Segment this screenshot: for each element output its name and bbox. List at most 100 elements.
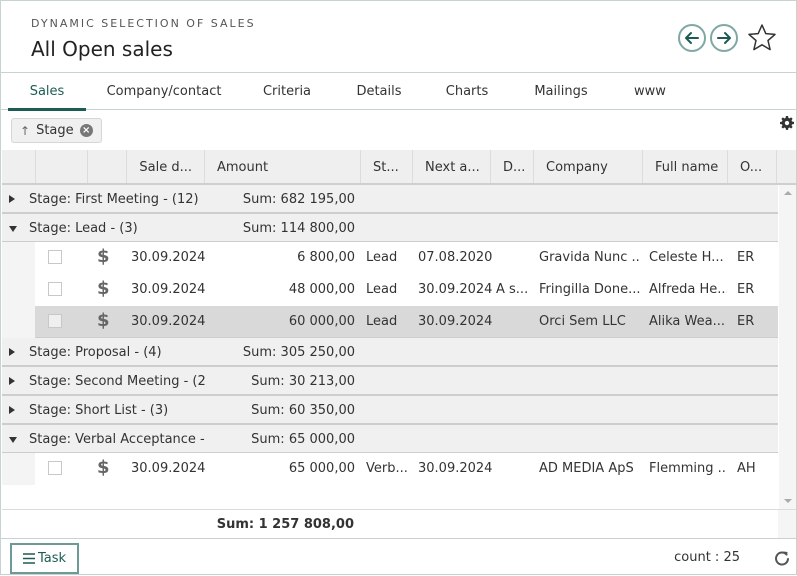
expand-icon[interactable] <box>9 406 15 414</box>
stage-cell: Lead <box>366 250 398 265</box>
sale-date-cell: 30.09.2024 <box>131 282 206 297</box>
group-label: Stage: Proposal - (4) <box>29 345 162 360</box>
table-row[interactable]: $ 30.09.2024 6 800,00 Lead 07.08.2020 Gr… <box>2 242 778 274</box>
page-title: All Open sales <box>31 37 173 61</box>
group-row-lead[interactable]: Stage: Lead - (3) Sum: 114 800,00 <box>2 214 778 243</box>
back-button[interactable] <box>678 24 706 52</box>
close-circle-icon[interactable]: × <box>79 124 93 137</box>
column-header-amount[interactable]: Amount <box>205 150 361 183</box>
full-name-cell[interactable]: Alfreda He... <box>649 274 727 306</box>
tab-bar: Sales Company/contact Criteria Details C… <box>1 73 796 111</box>
column-header-stage[interactable]: St... <box>361 150 413 183</box>
row-checkbox[interactable] <box>48 314 62 328</box>
row-checkbox[interactable] <box>48 282 62 296</box>
column-header-expander[interactable] <box>2 150 36 183</box>
column-header-description[interactable]: D... <box>491 150 534 183</box>
next-action-cell: 30.09.2024 <box>418 282 493 297</box>
scroll-down-icon[interactable] <box>784 499 792 503</box>
group-sum: Sum: 682 195,00 <box>242 192 355 207</box>
tab-company-contact[interactable]: Company/contact <box>105 73 223 110</box>
amount-cell: 48 000,00 <box>288 282 355 297</box>
tab-mailings[interactable]: Mailings <box>528 73 594 110</box>
group-label: Stage: Second Meeting - (2) <box>29 374 207 389</box>
task-label: Task <box>37 551 67 566</box>
full-name-cell[interactable]: Celeste H... <box>649 242 727 274</box>
next-action-cell: 30.09.2024 <box>418 314 493 329</box>
dollar-icon: $ <box>97 310 110 331</box>
scroll-up-icon[interactable] <box>784 191 792 195</box>
tab-charts[interactable]: Charts <box>441 73 493 110</box>
group-row-short-list[interactable]: Stage: Short List - (3) Sum: 60 350,00 <box>2 396 778 425</box>
row-checkbox[interactable] <box>48 461 62 475</box>
arrow-left-icon <box>685 32 699 44</box>
next-action-cell: 30.09.2024 <box>418 461 493 476</box>
stage-cell: Lead <box>366 314 398 329</box>
sale-date-cell: 30.09.2024 <box>131 461 206 476</box>
column-header-full-name[interactable]: Full name <box>643 150 728 183</box>
group-sum: Sum: 30 213,00 <box>251 374 355 389</box>
column-header-icon[interactable] <box>88 150 127 183</box>
owner-cell: ER <box>737 250 755 265</box>
group-row-proposal[interactable]: Stage: Proposal - (4) Sum: 305 250,00 <box>2 338 778 367</box>
table-row[interactable]: $ 30.09.2024 48 000,00 Lead 30.09.2024 A… <box>2 274 778 306</box>
group-by-stage-chip[interactable]: ↑ Stage × <box>11 118 102 143</box>
amount-cell: 65 000,00 <box>288 461 355 476</box>
stage-cell: Lead <box>366 282 398 297</box>
full-name-cell[interactable]: Flemming ... <box>649 453 727 485</box>
group-label: Stage: Short List - (3) <box>29 403 169 418</box>
tab-criteria[interactable]: Criteria <box>257 73 317 110</box>
group-sum: Sum: 114 800,00 <box>242 221 355 236</box>
table-row-selected[interactable]: $ 30.09.2024 60 000,00 Lead 30.09.2024 O… <box>2 306 778 338</box>
expand-icon[interactable] <box>9 348 15 356</box>
group-sum: Sum: 305 250,00 <box>242 345 355 360</box>
row-checkbox[interactable] <box>48 250 62 264</box>
record-count: count : 25 <box>674 550 740 565</box>
dollar-icon: $ <box>97 278 110 299</box>
collapse-icon[interactable] <box>9 226 17 232</box>
vertical-scrollbar[interactable] <box>779 185 796 509</box>
forward-button[interactable] <box>710 24 738 52</box>
description-cell: A s... <box>496 282 529 297</box>
header: DYNAMIC SELECTION OF SALES All Open sale… <box>1 1 796 73</box>
arrow-right-icon <box>717 32 731 44</box>
page-subtitle: DYNAMIC SELECTION OF SALES <box>31 17 256 30</box>
expand-icon[interactable] <box>9 377 15 385</box>
company-cell[interactable]: AD MEDIA ApS <box>539 453 641 485</box>
amount-cell: 6 800,00 <box>297 250 355 265</box>
group-row-second-meeting[interactable]: Stage: Second Meeting - (2) Sum: 30 213,… <box>2 367 778 396</box>
task-button[interactable]: Task <box>10 543 79 574</box>
tab-www[interactable]: www <box>629 73 671 110</box>
group-sum: Sum: 60 350,00 <box>251 403 355 418</box>
grid-body: Stage: First Meeting - (12) Sum: 682 195… <box>2 185 778 509</box>
column-header-sale-date[interactable]: Sale d... <box>127 150 205 183</box>
amount-cell: 60 000,00 <box>288 314 355 329</box>
gear-icon[interactable] <box>780 116 794 130</box>
full-name-cell[interactable]: Alika Wea... <box>649 306 727 338</box>
star-outline-icon[interactable] <box>746 22 778 54</box>
expand-icon[interactable] <box>9 195 15 203</box>
company-cell[interactable]: Fringilla Done... <box>539 274 641 306</box>
grand-total: Sum: 1 257 808,00 <box>216 517 354 532</box>
column-header-owner[interactable]: O... <box>728 150 777 183</box>
company-cell[interactable]: Gravida Nunc ... <box>539 242 641 274</box>
refresh-icon[interactable] <box>774 550 790 566</box>
menu-icon <box>22 553 35 564</box>
stage-cell: Verb... <box>366 461 408 476</box>
sale-date-cell: 30.09.2024 <box>131 250 206 265</box>
table-row[interactable]: $ 30.09.2024 65 000,00 Verb... 30.09.202… <box>2 453 778 485</box>
next-action-cell: 07.08.2020 <box>418 250 493 265</box>
dollar-icon: $ <box>97 246 110 267</box>
group-row-first-meeting[interactable]: Stage: First Meeting - (12) Sum: 682 195… <box>2 185 778 214</box>
company-cell[interactable]: Orci Sem LLC <box>539 306 641 338</box>
tab-details[interactable]: Details <box>351 73 407 110</box>
tab-sales[interactable]: Sales <box>8 73 86 111</box>
owner-cell: ER <box>737 314 755 329</box>
collapse-icon[interactable] <box>9 437 17 443</box>
sales-grid: Sale d... Amount St... Next a... D... Co… <box>2 150 796 539</box>
column-header-company[interactable]: Company <box>534 150 643 183</box>
column-header-next-action[interactable]: Next a... <box>413 150 491 183</box>
column-header-select[interactable] <box>36 150 88 183</box>
grid-total-row: Sum: 1 257 808,00 <box>2 509 796 538</box>
sales-selection-window: DYNAMIC SELECTION OF SALES All Open sale… <box>0 0 797 575</box>
group-row-verbal-acceptance[interactable]: Stage: Verbal Acceptance - (1) Sum: 65 0… <box>2 425 778 454</box>
